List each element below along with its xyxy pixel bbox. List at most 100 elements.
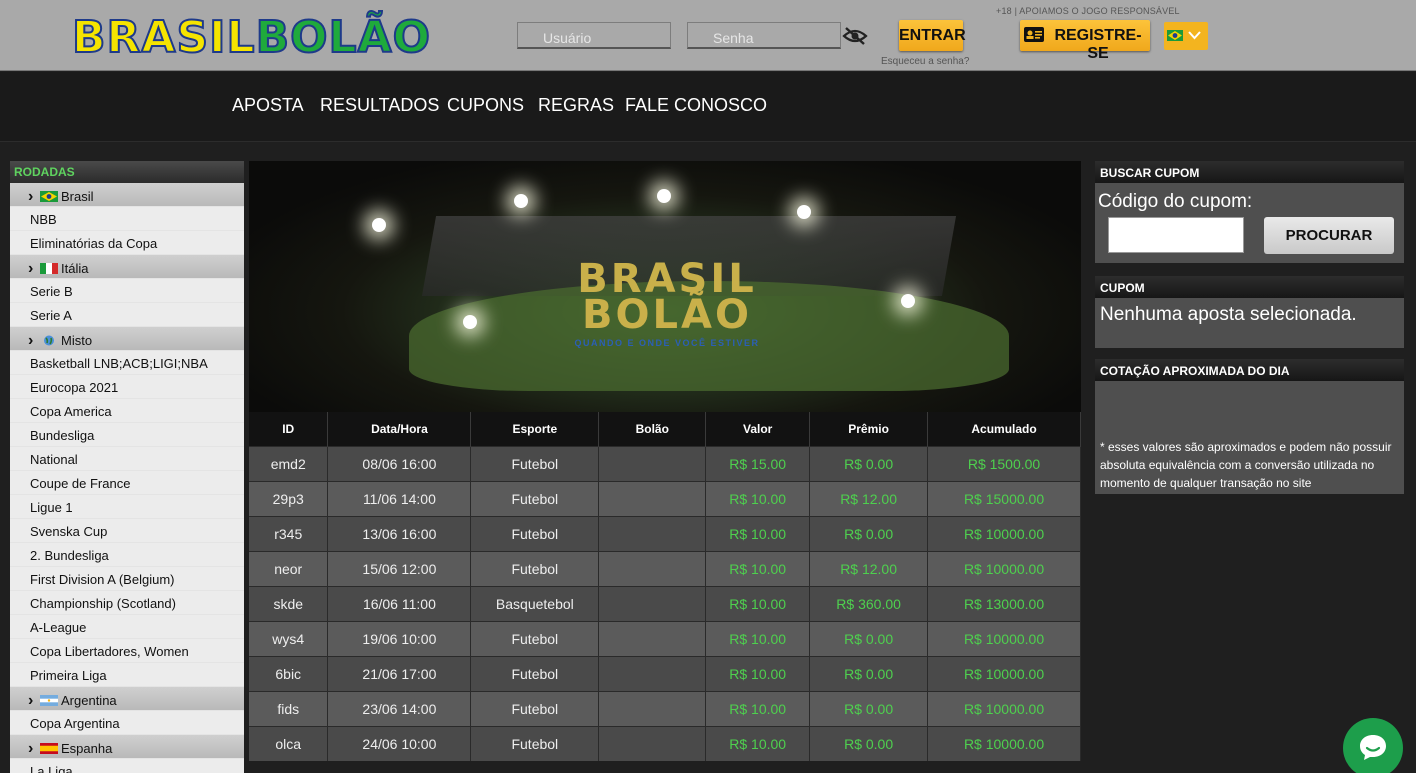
sidebar-item[interactable]: Eurocopa 2021 <box>10 375 244 399</box>
cell-value: R$ 10.00 <box>705 690 811 726</box>
table-row[interactable]: fids 23/06 14:00 Futebol R$ 10.00 R$ 0.00 R$ … <box>249 690 1081 726</box>
chat-button[interactable] <box>1343 718 1403 773</box>
logo[interactable]: BRASILBOLÃO <box>71 11 431 64</box>
cell-value: R$ 10.00 <box>705 655 811 691</box>
sidebar-item[interactable]: NBB <box>10 207 244 231</box>
daily-quote-title: COTAÇÃO APROXIMADA DO DIA <box>1095 359 1404 381</box>
sidebar-item[interactable]: National <box>10 447 244 471</box>
col-header-id[interactable]: ID <box>249 412 329 446</box>
sidebar-item[interactable]: First Division A (Belgium) <box>10 567 244 591</box>
eye-off-icon[interactable] <box>842 26 868 46</box>
nav-fale-conosco[interactable]: FALE CONOSCO <box>625 95 767 116</box>
sidebar-item[interactable]: Championship (Scotland) <box>10 591 244 615</box>
forgot-password-link[interactable]: Esqueceu a senha? <box>881 56 969 67</box>
cell-value: R$ 15.00 <box>705 445 811 481</box>
sidebar-item[interactable]: A-League <box>10 615 244 639</box>
register-button[interactable]: REGISTRE-SE <box>1020 20 1150 62</box>
cell-pool <box>598 445 707 481</box>
sidebar-item[interactable]: Coupe de France <box>10 471 244 495</box>
cell-value: R$ 10.00 <box>705 480 811 516</box>
search-button[interactable]: PROCURAR <box>1264 217 1394 254</box>
col-header-pool[interactable]: Bolão <box>598 412 707 446</box>
sidebar-item[interactable]: Serie A <box>10 303 244 327</box>
table-row[interactable]: neor 15/06 12:00 Futebol R$ 10.00 R$ 12.00 R$… <box>249 550 1081 586</box>
cell-id: olca <box>249 725 329 761</box>
cell-sport: Futebol <box>470 690 600 726</box>
cell-id: wys4 <box>249 620 329 656</box>
sidebar-item-label: La Liga <box>30 764 73 773</box>
table-row[interactable]: wys4 19/06 10:00 Futebol R$ 10.00 R$ 0.00 R$ … <box>249 620 1081 656</box>
col-header-sport[interactable]: Esporte <box>470 412 600 446</box>
floodlight <box>797 205 811 219</box>
cell-accumulated: R$ 10000.00 <box>927 655 1081 691</box>
sidebar-item[interactable]: Ligue 1 <box>10 495 244 519</box>
sidebar-item[interactable]: Svenska Cup <box>10 519 244 543</box>
col-header-value[interactable]: Valor <box>705 412 811 446</box>
cell-prize: R$ 0.00 <box>809 515 929 551</box>
table-row[interactable]: skde 16/06 11:00 Basquetebol R$ 10.00 R$ 360… <box>249 585 1081 621</box>
cell-sport: Futebol <box>470 550 600 586</box>
sidebar-country[interactable]: › Misto <box>10 327 244 351</box>
register-label: REGISTRE-SE <box>1054 27 1142 62</box>
sidebar-item[interactable]: Copa Libertadores, Women <box>10 639 244 663</box>
sidebar-item[interactable]: Serie B <box>10 279 244 303</box>
sidebar-item[interactable]: 2. Bundesliga <box>10 543 244 567</box>
sidebar-item-label: Svenska Cup <box>30 524 108 539</box>
nav-resultados[interactable]: RESULTADOS <box>320 95 439 116</box>
cell-datetime: 24/06 10:00 <box>327 725 472 761</box>
sidebar-item[interactable]: Copa America <box>10 399 244 423</box>
floodlight <box>514 194 528 208</box>
cell-accumulated: R$ 10000.00 <box>927 725 1081 761</box>
col-header-datetime[interactable]: Data/Hora <box>327 412 472 446</box>
banner-title-line-2: BOLÃO <box>582 292 752 338</box>
cell-id: neor <box>249 550 329 586</box>
search-coupon-panel: BUSCAR CUPOM Código do cupom: PROCURAR <box>1095 161 1404 263</box>
login-button[interactable]: ENTRAR <box>899 20 966 51</box>
sidebar-item-label: National <box>30 452 78 467</box>
table-row[interactable]: r345 13/06 16:00 Futebol R$ 10.00 R$ 0.00 R$ … <box>249 515 1081 551</box>
table-row[interactable]: 6bic 21/06 17:00 Futebol R$ 10.00 R$ 0.00 R$ … <box>249 655 1081 691</box>
nav-regras[interactable]: REGRAS <box>538 95 614 116</box>
sidebar-item[interactable]: Copa Argentina <box>10 711 244 735</box>
cell-accumulated: R$ 10000.00 <box>927 550 1081 586</box>
cell-accumulated: R$ 10000.00 <box>927 515 1081 551</box>
sidebar-item-label: Copa America <box>30 404 112 419</box>
sidebar-country[interactable]: › Argentina <box>10 687 244 711</box>
floodlight <box>372 218 386 232</box>
language-selector[interactable] <box>1164 22 1208 50</box>
sidebar-country[interactable]: › Brasil <box>10 183 244 207</box>
sidebar-item[interactable]: Eliminatórias da Copa <box>10 231 244 255</box>
flag-icon <box>40 189 61 204</box>
brazil-flag-icon <box>1167 30 1183 41</box>
sidebar-item[interactable]: Primeira Liga <box>10 663 244 687</box>
col-header-accumulated[interactable]: Acumulado <box>927 412 1081 446</box>
table-row[interactable]: 29p3 11/06 14:00 Futebol R$ 10.00 R$ 12.00 R$… <box>249 480 1081 516</box>
sidebar-item-label: A-League <box>30 620 87 635</box>
table-row[interactable]: emd2 08/06 16:00 Futebol R$ 15.00 R$ 0.00 R$ … <box>249 445 1081 481</box>
sidebar-item-label: Ligue 1 <box>30 500 73 515</box>
coupon-empty-message: Nenhuma aposta selecionada. <box>1100 304 1357 325</box>
username-input[interactable]: Usuário <box>517 22 671 49</box>
main-nav: APOSTA RESULTADOS CUPONS REGRAS FALE CON… <box>0 72 1416 142</box>
sidebar-item[interactable]: La Liga <box>10 759 244 773</box>
banner-subtitle: QUANDO E ONDE VOCÊ ESTIVER <box>574 338 760 348</box>
table-row[interactable]: olca 24/06 10:00 Futebol R$ 10.00 R$ 0.00 R$ … <box>249 725 1081 761</box>
nav-aposta[interactable]: APOSTA <box>232 95 304 116</box>
cell-id: 29p3 <box>249 480 329 516</box>
cell-datetime: 11/06 14:00 <box>327 480 472 516</box>
password-input[interactable]: Senha <box>687 22 841 49</box>
sidebar-item-label: Espanha <box>61 741 113 756</box>
sidebar-item[interactable]: Bundesliga <box>10 423 244 447</box>
logo-part-1: BRASIL <box>71 11 256 64</box>
sidebar-item[interactable]: Basketball LNB;ACB;LIGI;NBA <box>10 351 244 375</box>
sidebar-country[interactable]: › Itália <box>10 255 244 279</box>
sidebar-country[interactable]: › Espanha <box>10 735 244 759</box>
cell-sport: Futebol <box>470 445 600 481</box>
coupon-code-input[interactable] <box>1108 217 1244 253</box>
floodlight <box>901 294 915 308</box>
sidebar-item-label: Primeira Liga <box>30 668 107 683</box>
nav-cupons[interactable]: CUPONS <box>447 95 524 116</box>
col-header-prize[interactable]: Prêmio <box>809 412 929 446</box>
cell-accumulated: R$ 10000.00 <box>927 690 1081 726</box>
cell-datetime: 15/06 12:00 <box>327 550 472 586</box>
